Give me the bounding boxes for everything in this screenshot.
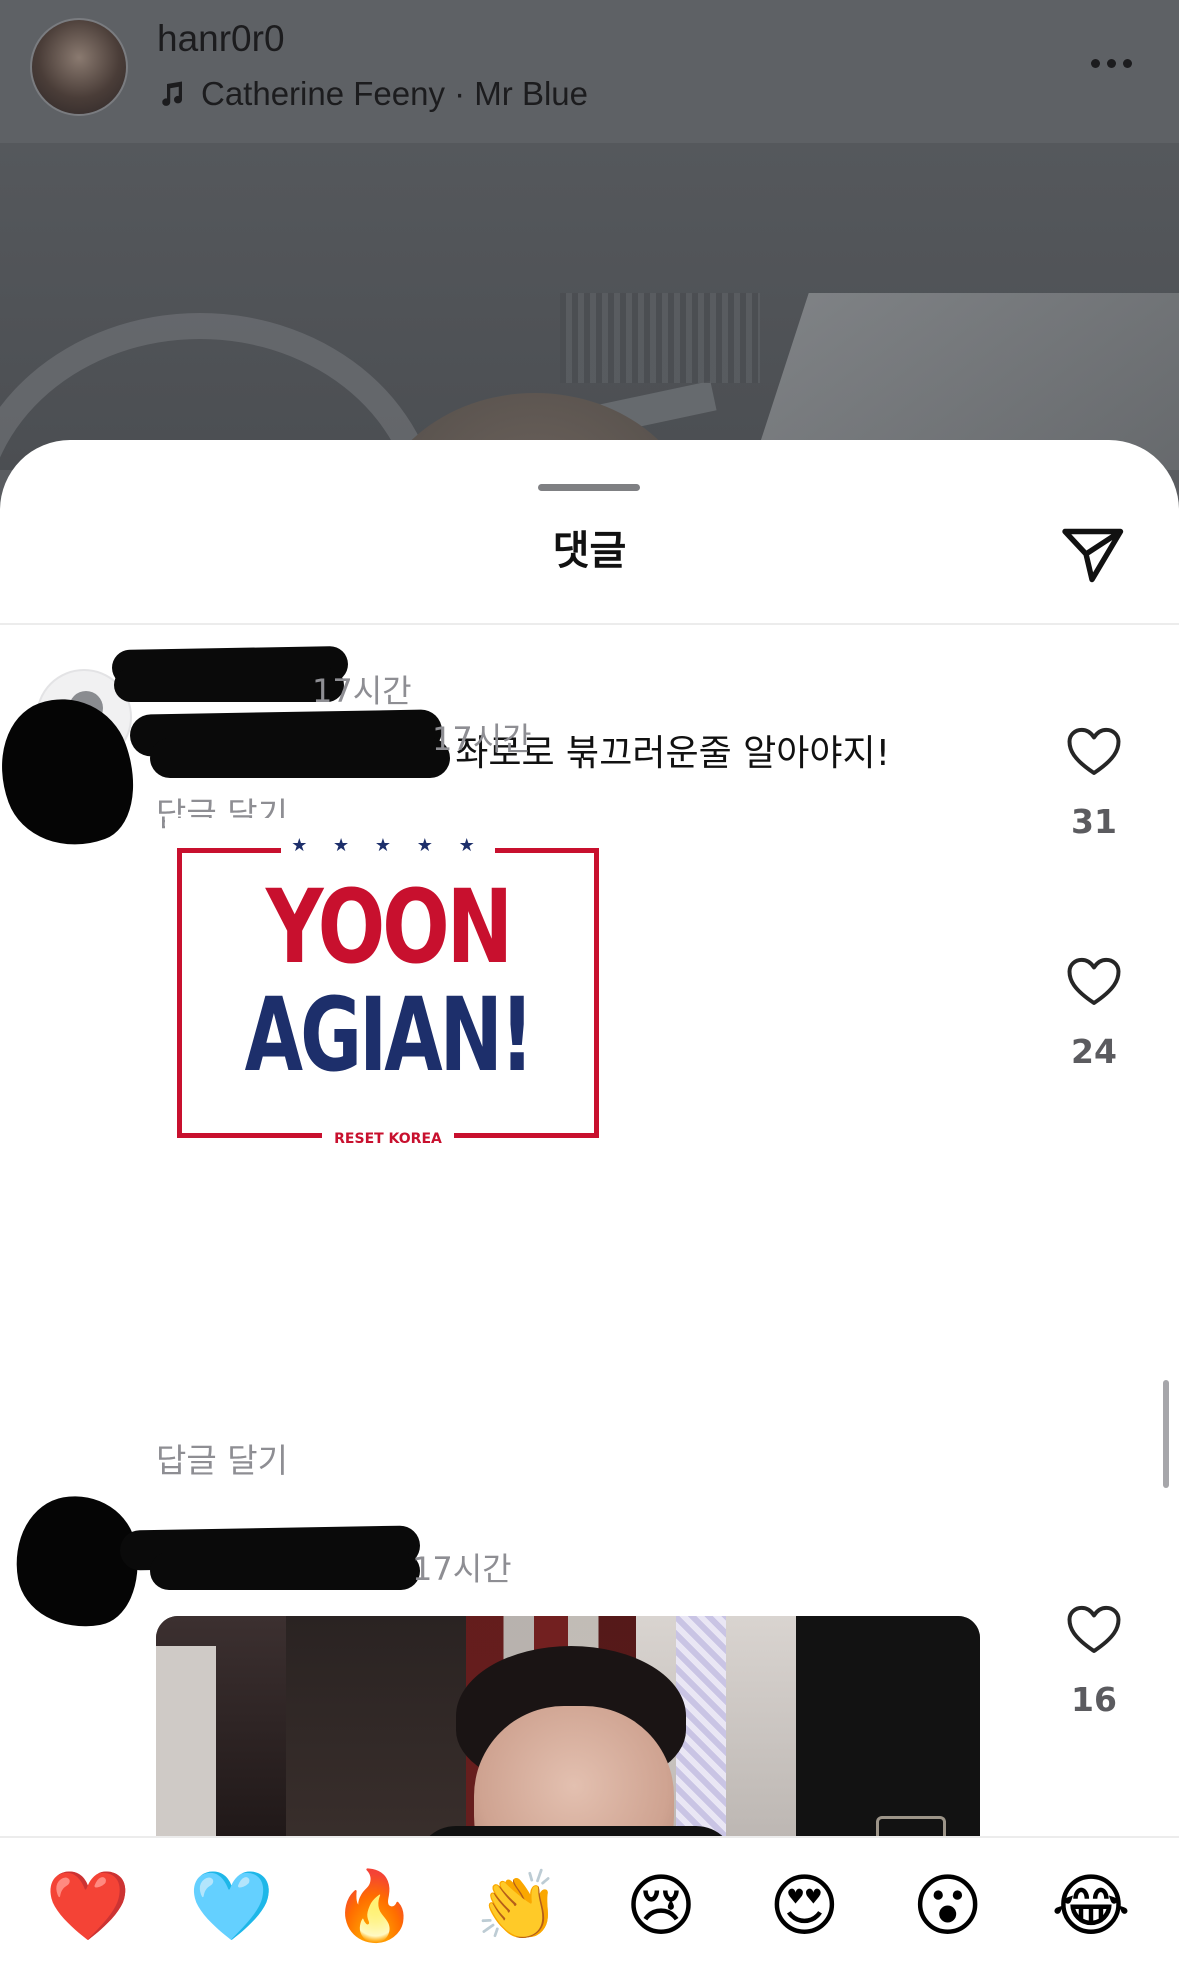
like-count: 16: [1071, 1680, 1117, 1719]
reply-button[interactable]: 답글 달기: [156, 1434, 288, 1482]
scroll-indicator[interactable]: [1163, 1380, 1169, 1488]
comment-time: 17시간: [412, 1550, 512, 1588]
crying-face-emoji-icon[interactable]: 😢: [613, 1859, 709, 1955]
gif-line-2: AGIAN!: [244, 976, 535, 1095]
surprised-face-emoji-icon[interactable]: 😮: [900, 1859, 996, 1955]
comment-time: 17시간: [432, 720, 532, 758]
heart-icon[interactable]: [1066, 956, 1122, 1008]
clapping-hands-emoji-icon[interactable]: 👏: [470, 1859, 566, 1955]
post-background: hanr0r0 Catherine Feeny · Mr Blue: [0, 0, 1179, 470]
red-heart-emoji-icon[interactable]: ❤️: [40, 1859, 136, 1955]
light-blue-heart-emoji-icon[interactable]: 🩵: [183, 1859, 279, 1955]
post-photo[interactable]: [0, 143, 1179, 470]
laughing-tears-emoji-icon[interactable]: 😂: [1043, 1859, 1139, 1955]
gif-stars: ★ ★ ★ ★ ★: [182, 835, 594, 856]
header-divider: [0, 623, 1179, 625]
heart-icon[interactable]: [1066, 726, 1122, 778]
like-count: 31: [1071, 802, 1117, 841]
like-count: 24: [1071, 1032, 1117, 1071]
comment-time: 17시간: [312, 672, 412, 710]
reaction-bar: ❤️ 🩵 🔥 👏 😢 😍 😮 😂: [0, 1836, 1179, 1976]
poster-avatar[interactable]: [30, 18, 128, 116]
sheet-grabber[interactable]: [538, 484, 640, 491]
heart-eyes-emoji-icon[interactable]: 😍: [756, 1859, 852, 1955]
fire-emoji-icon[interactable]: 🔥: [327, 1859, 423, 1955]
poster-username[interactable]: hanr0r0: [157, 18, 285, 60]
heart-icon[interactable]: [1066, 1604, 1122, 1656]
gif-footer: RESET KOREA: [182, 1131, 594, 1147]
gif-sign-frame: ★ ★ ★ ★ ★ YOON AGIAN! RESET KOREA: [177, 835, 599, 1147]
redacted-username-2: [114, 668, 344, 702]
redacted-username-2: [150, 738, 450, 778]
gif-line-1: YOON: [265, 868, 513, 987]
sheet-title: 댓글: [552, 528, 627, 574]
music-note-icon: [162, 81, 183, 106]
redacted-username-2: [150, 1552, 420, 1590]
music-label: Catherine Feeny · Mr Blue: [201, 75, 588, 112]
comments-sheet: 댓글 17시간 윤석열 탄핵 찬성한 좌로로 붂끄러운줄 알아야지! 답글 달기…: [0, 440, 1179, 1976]
more-options-icon[interactable]: [1086, 48, 1136, 78]
send-icon[interactable]: [1056, 518, 1128, 590]
music-info[interactable]: Catherine Feeny · Mr Blue: [157, 73, 588, 115]
photo-vent: [560, 293, 760, 383]
gif-yoon-again[interactable]: ★ ★ ★ ★ ★ YOON AGIAN! RESET KOREA: [165, 818, 625, 1147]
